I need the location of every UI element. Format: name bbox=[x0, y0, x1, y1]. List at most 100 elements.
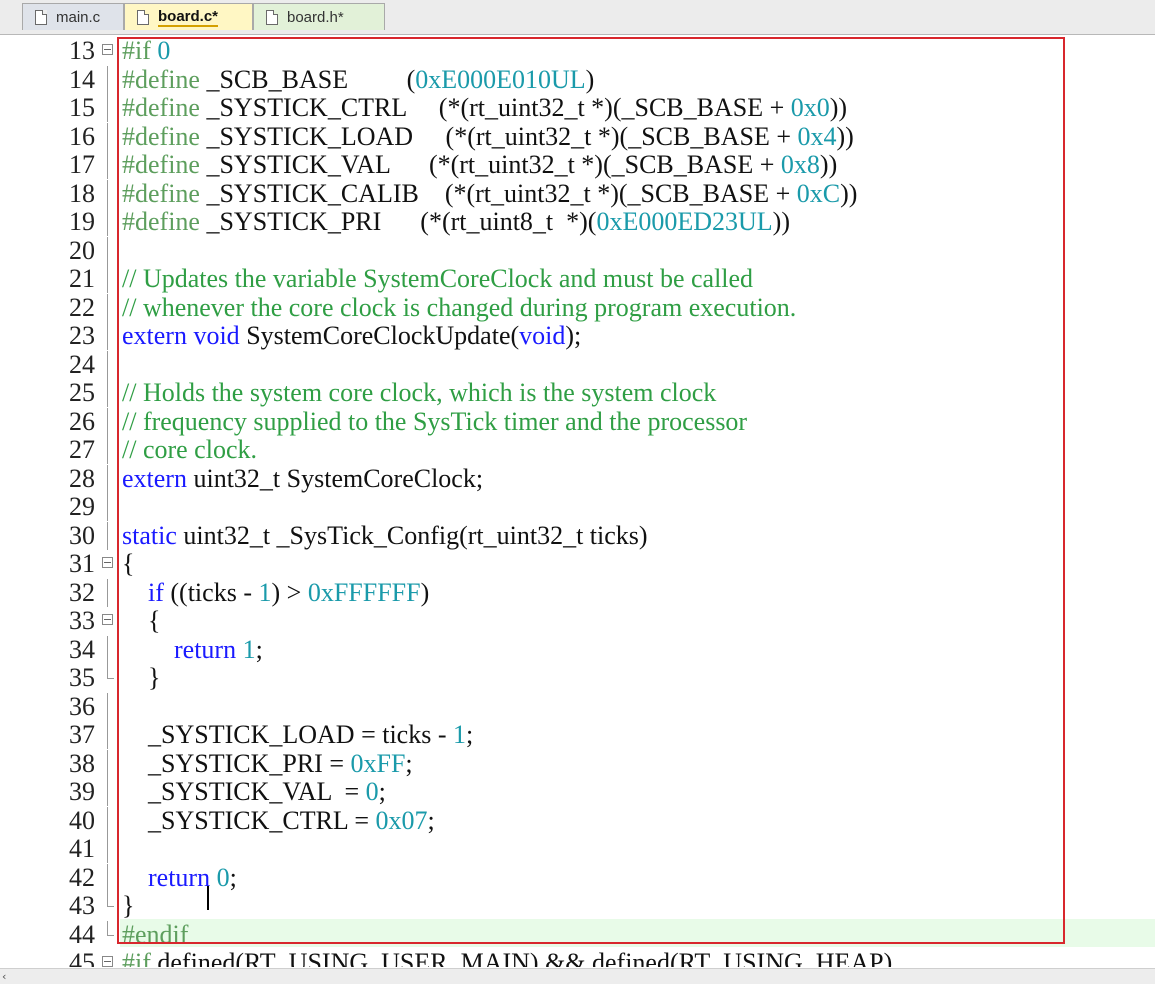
code-line[interactable]: 29 bbox=[0, 493, 1155, 521]
code-token: void bbox=[519, 321, 566, 350]
fold-guide-icon bbox=[102, 493, 116, 521]
code-token: 0x0 bbox=[790, 93, 830, 122]
code-text: _SYSTICK_VAL = 0; bbox=[122, 778, 386, 806]
fold-guide-icon bbox=[102, 778, 116, 806]
code-token: 0x07 bbox=[375, 805, 428, 835]
tab-board-h[interactable]: board.h* bbox=[253, 3, 385, 30]
file-icon bbox=[137, 9, 149, 25]
code-token: _SCB_BASE ( bbox=[206, 64, 416, 94]
code-line[interactable]: 41 bbox=[0, 835, 1155, 863]
code-line[interactable]: 19 #define _SYSTICK_PRI (*(rt_uint8_t *)(… bbox=[0, 208, 1155, 236]
editor-tab-bar: main.c board.c* board.h* bbox=[0, 0, 1155, 35]
horizontal-scrollbar[interactable]: ‹ bbox=[0, 968, 1155, 984]
code-token: extern void bbox=[122, 321, 247, 350]
fold-toggle-icon[interactable] bbox=[102, 37, 116, 65]
code-line[interactable]: 15 #define _SYSTICK_CTRL (*(rt_uint32_t *… bbox=[0, 94, 1155, 122]
code-token: // whenever the core clock is changed du… bbox=[122, 292, 797, 322]
code-token: uint32_t SystemCoreClock; bbox=[193, 463, 484, 493]
code-line[interactable]: 14 #define _SCB_BASE (0xE000E010UL) bbox=[0, 64, 1155, 94]
fold-toggle-icon[interactable] bbox=[102, 949, 116, 967]
code-line[interactable]: 17 #define _SYSTICK_VAL (*(rt_uint32_t *)… bbox=[0, 151, 1155, 179]
code-text: #define _SYSTICK_CTRL (*(rt_uint32_t *)(… bbox=[122, 94, 847, 122]
file-icon bbox=[266, 9, 278, 25]
tab-label: board.h* bbox=[287, 8, 344, 26]
tab-board-c[interactable]: board.c* bbox=[124, 3, 253, 30]
code-line[interactable]: 26 // frequency supplied to the SysTick t… bbox=[0, 407, 1155, 436]
code-line[interactable]: 21 // Updates the variable SystemCoreCloc… bbox=[0, 265, 1155, 293]
code-line[interactable]: 25 // Holds the system core clock, which … bbox=[0, 379, 1155, 407]
code-token: 0xFF bbox=[350, 748, 406, 778]
code-token: ) bbox=[585, 64, 595, 94]
code-token: _SYSTICK_LOAD = ticks - bbox=[122, 720, 453, 749]
line-number: 27 bbox=[69, 435, 95, 464]
scroll-left-icon[interactable]: ‹ bbox=[2, 970, 6, 983]
code-line[interactable]: 16 #define _SYSTICK_LOAD (*(rt_uint32_t *… bbox=[0, 121, 1155, 151]
fold-guide-icon bbox=[102, 122, 116, 151]
line-number: 38 bbox=[69, 748, 95, 778]
code-text: #endif bbox=[122, 920, 188, 949]
code-token: // core clock. bbox=[122, 435, 257, 464]
code-line[interactable]: 44 #endif bbox=[0, 920, 1155, 949]
code-line[interactable]: 13 #if 0 bbox=[0, 37, 1155, 65]
line-number: 40 bbox=[69, 805, 95, 835]
code-text: #define _SCB_BASE (0xE000E010UL) bbox=[122, 64, 595, 94]
fold-guide-icon bbox=[102, 892, 116, 920]
code-line[interactable]: 27 // core clock. bbox=[0, 436, 1155, 464]
code-line[interactable]: 39 _SYSTICK_VAL = 0; bbox=[0, 778, 1155, 806]
line-number: 22 bbox=[69, 292, 95, 322]
code-token: #if bbox=[122, 36, 158, 65]
fold-toggle-icon[interactable] bbox=[102, 607, 116, 635]
code-line[interactable]: 35 } bbox=[0, 664, 1155, 692]
code-line[interactable]: 40 _SYSTICK_CTRL = 0x07; bbox=[0, 805, 1155, 835]
code-token: uint32_t _SysTick_Config(rt_uint32_t tic… bbox=[183, 520, 648, 550]
code-text: #define _SYSTICK_LOAD (*(rt_uint32_t *)(… bbox=[122, 121, 854, 151]
code-token: )) bbox=[840, 178, 858, 208]
code-line[interactable]: 34 return 1; bbox=[0, 634, 1155, 664]
fold-guide-icon bbox=[102, 151, 116, 179]
code-line[interactable]: 38 _SYSTICK_PRI = 0xFF; bbox=[0, 748, 1155, 778]
code-line[interactable]: 42 return 0; bbox=[0, 863, 1155, 892]
code-line[interactable]: 33 { bbox=[0, 607, 1155, 635]
code-token: #define bbox=[122, 121, 207, 151]
line-number: 35 bbox=[69, 663, 95, 692]
line-number: 15 bbox=[69, 93, 95, 122]
fold-guide-icon bbox=[102, 664, 116, 692]
code-line[interactable]: 31 { bbox=[0, 550, 1155, 578]
code-line[interactable]: 43} bbox=[0, 892, 1155, 920]
code-line[interactable]: 20 bbox=[0, 236, 1155, 265]
code-token: 0xE000E010UL bbox=[415, 64, 586, 94]
code-line[interactable]: 28 extern uint32_t SystemCoreClock; bbox=[0, 463, 1155, 493]
code-token: 1 bbox=[242, 634, 256, 664]
code-token: ) > bbox=[271, 577, 308, 607]
code-text: // whenever the core clock is changed du… bbox=[122, 292, 797, 322]
fold-guide-icon bbox=[102, 436, 116, 464]
line-number: 18 bbox=[69, 178, 95, 208]
code-token: ) bbox=[420, 577, 430, 607]
code-token: if bbox=[148, 577, 171, 607]
tab-main-c[interactable]: main.c bbox=[22, 3, 124, 30]
fold-toggle-icon[interactable] bbox=[102, 550, 116, 578]
code-text: _SYSTICK_PRI = 0xFF; bbox=[122, 748, 413, 778]
code-line[interactable]: 32 if ((ticks - 1) > 0xFFFFFF) bbox=[0, 577, 1155, 607]
code-line[interactable]: 22 // whenever the core clock is changed … bbox=[0, 292, 1155, 322]
code-token: 1 bbox=[453, 720, 466, 749]
code-line[interactable]: 45 #if defined(RT_USING_USER_MAIN) && def… bbox=[0, 949, 1155, 967]
code-line[interactable]: 37 _SYSTICK_LOAD = ticks - 1; bbox=[0, 721, 1155, 749]
code-line[interactable]: 18 #define _SYSTICK_CALIB (*(rt_uint32_t … bbox=[0, 178, 1155, 208]
code-token: )) bbox=[829, 93, 848, 122]
code-line[interactable]: 23 extern void SystemCoreClockUpdate(void… bbox=[0, 322, 1155, 350]
fold-guide-icon bbox=[102, 692, 116, 721]
line-number: 25 bbox=[69, 378, 95, 407]
code-token: ; bbox=[405, 748, 413, 778]
line-number: 41 bbox=[69, 834, 95, 863]
code-token: _SYSTICK_PRI (*(rt_uint8_t *)( bbox=[206, 207, 597, 236]
code-editor[interactable]: 13 #if 0 14 #define _SCB_BASE (0xE000E010UL… bbox=[0, 35, 1155, 967]
code-line[interactable]: 30 static uint32_t _SysTick_Config(rt_uin… bbox=[0, 520, 1155, 550]
fold-guide-icon bbox=[102, 65, 116, 94]
code-token: #define bbox=[122, 178, 207, 208]
code-text: #define _SYSTICK_VAL (*(rt_uint32_t *)(_… bbox=[122, 151, 837, 179]
code-line[interactable]: 36 bbox=[0, 692, 1155, 721]
code-line[interactable]: 24 bbox=[0, 350, 1155, 379]
code-text: #if defined(RT_USING_USER_MAIN) && defin… bbox=[122, 949, 892, 968]
